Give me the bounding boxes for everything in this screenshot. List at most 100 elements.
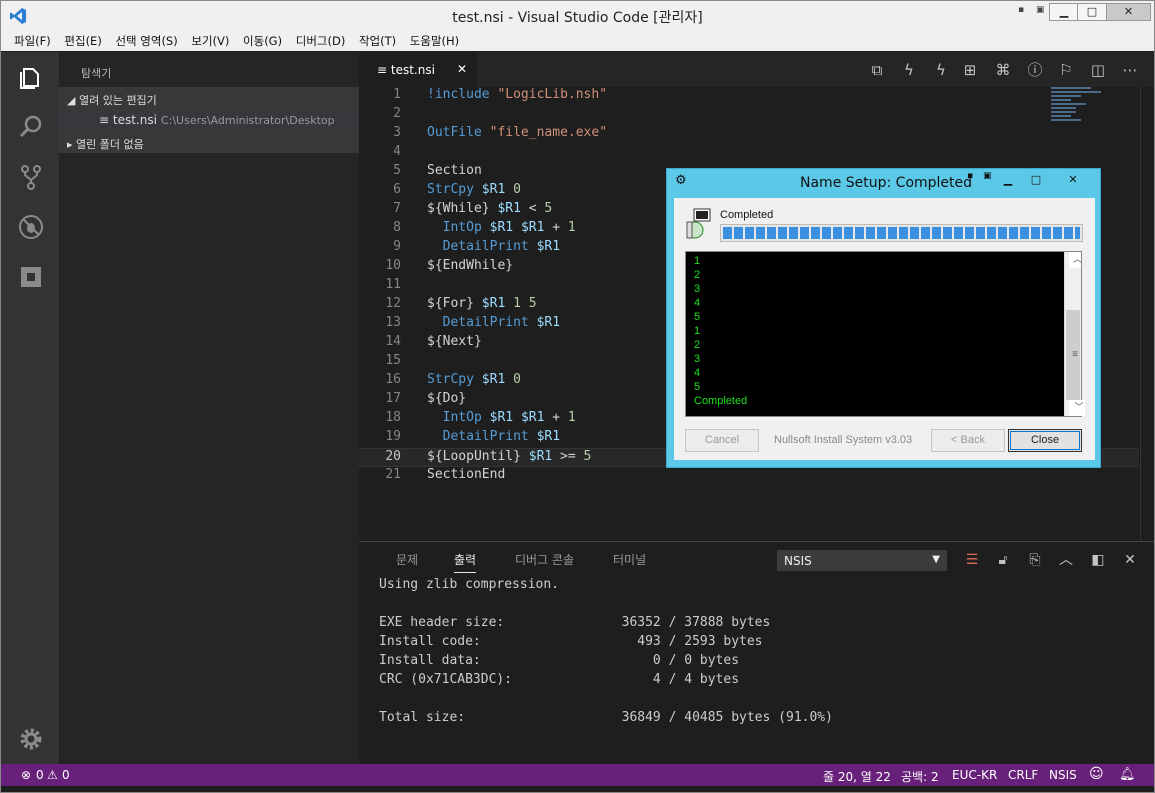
close-dialog-button[interactable]: Close	[1008, 429, 1082, 452]
tab-close-icon[interactable]: ✕	[457, 62, 467, 76]
code-text: ${Do}	[427, 391, 467, 406]
close-button[interactable]: ✕	[1106, 3, 1151, 21]
search-icon[interactable]	[18, 114, 44, 140]
toggle-panel-icon[interactable]: ◧	[1088, 550, 1108, 570]
debug-icon[interactable]	[18, 214, 44, 240]
output-line: Total size: 36849 / 40485 bytes (91.0%)	[379, 710, 833, 725]
error-count[interactable]: 0	[36, 768, 44, 782]
open-file-path: C:\Users\Administrator\Desktop	[160, 114, 335, 127]
log-line: 3	[694, 353, 701, 365]
open-log-icon[interactable]: ⎘	[1025, 550, 1045, 570]
menu-edit[interactable]: 편집(E)	[59, 31, 106, 49]
code-text: StrCpy $R1 0	[427, 372, 521, 387]
tab-label: test.nsi	[390, 63, 435, 77]
title-bar: test.nsi - Visual Studio Code [관리자] ▪ ▣ …	[1, 1, 1154, 31]
lock-scroll-icon[interactable]: 🔓︎	[993, 550, 1013, 570]
dialog-maximize-button[interactable]: □	[1023, 171, 1049, 189]
back-button[interactable]: < Back	[931, 429, 1005, 452]
restore-small-icon[interactable]: ▣	[1036, 5, 1045, 15]
tab-debug-console[interactable]: 디버그 콘솔	[515, 551, 574, 568]
open-editors-label: 열려 있는 편집기	[78, 94, 157, 107]
restore-small-icon[interactable]: ▣	[983, 171, 992, 181]
code-text: StrCpy $R1 0	[427, 182, 521, 197]
code-text: ${EndWhile}	[427, 258, 514, 273]
menu-debug[interactable]: 디버그(D)	[291, 31, 351, 49]
scroll-thumb[interactable]: ≡	[1066, 310, 1080, 400]
info-icon[interactable]: ⓘ	[1025, 60, 1045, 80]
code-line[interactable]: 1 !include "LogicLib.nsh"	[359, 87, 1139, 106]
indentation[interactable]: 공백: 2	[901, 768, 939, 785]
minimize-button[interactable]: ▁	[1049, 3, 1079, 21]
open-editor-item[interactable]: ≡ test.nsi C:\Users\Administrator\Desktop	[59, 109, 359, 131]
installer-app-icon: ⚙	[675, 173, 687, 188]
code-text: OutFile "file_name.exe"	[427, 125, 608, 140]
chevron-down-icon: ◢	[67, 94, 79, 107]
log-line: 3	[694, 283, 701, 295]
tab-output[interactable]: 출력	[454, 551, 477, 573]
cursor-position[interactable]: 줄 20, 열 22	[823, 768, 891, 785]
lightning-outline-icon[interactable]: ϟ	[931, 60, 951, 80]
minimap[interactable]	[1051, 87, 1111, 127]
no-folder-section[interactable]: ▸ 열린 폴더 없음	[59, 131, 359, 153]
cancel-button[interactable]: Cancel	[685, 429, 759, 452]
source-control-icon[interactable]	[18, 164, 44, 190]
open-preview-icon[interactable]: ⧉	[867, 60, 887, 80]
output-channel-select[interactable]: NSIS ▼	[777, 550, 947, 571]
warning-count[interactable]: 0	[62, 768, 70, 782]
line-number: 17	[385, 391, 401, 406]
dialog-title: Name Setup: Completed	[800, 175, 973, 191]
new-file-icon[interactable]: ⊞	[960, 60, 980, 80]
code-line[interactable]: 3 OutFile "file_name.exe"	[359, 125, 1139, 144]
menu-go[interactable]: 이동(G)	[238, 31, 287, 49]
log-line: 1	[694, 255, 701, 267]
lightning-icon[interactable]: ϟ	[899, 60, 919, 80]
settings-gear-icon[interactable]	[18, 726, 44, 752]
notification-bell-icon[interactable]: 🔔︎	[1119, 767, 1136, 782]
menu-file[interactable]: 파일(F)	[9, 31, 56, 49]
close-panel-icon[interactable]: ✕	[1120, 550, 1140, 570]
scroll-up-arrow-icon[interactable]: ︿	[1069, 252, 1082, 268]
line-ending[interactable]: CRLF	[1008, 768, 1038, 782]
code-text: ${LoopUntil} $R1 >= 5	[427, 449, 592, 464]
log-line: 5	[694, 381, 701, 393]
maximize-button[interactable]: □	[1077, 3, 1107, 21]
menu-selection[interactable]: 선택 영역(S)	[110, 31, 182, 49]
code-line[interactable]: 2	[359, 106, 1139, 125]
command-icon[interactable]: ⌘	[993, 60, 1013, 80]
explorer-sidebar: 탐색기 ◢ 열려 있는 편집기 ≡ test.nsi C:\Users\Admin…	[59, 52, 359, 764]
log-line: 2	[694, 339, 701, 351]
explorer-icon[interactable]	[18, 64, 44, 90]
menu-tasks[interactable]: 작업(T)	[354, 31, 401, 49]
tab-test-nsi[interactable]: ≡ test.nsi ✕	[359, 52, 477, 87]
clear-output-icon[interactable]: ☰	[962, 550, 982, 570]
open-editors-section[interactable]: ◢ 열려 있는 편집기	[59, 87, 359, 109]
pin-icon[interactable]: ▪	[1018, 5, 1024, 15]
line-number: 4	[393, 144, 401, 159]
menu-help[interactable]: 도움말(H)	[405, 31, 464, 49]
warning-icon[interactable]: ⚠	[47, 768, 58, 782]
code-line[interactable]: 4	[359, 144, 1139, 163]
dialog-close-icon[interactable]: ✕	[1053, 171, 1093, 189]
extensions-icon[interactable]	[18, 264, 44, 290]
editor-scrollbar[interactable]	[1140, 87, 1154, 541]
pin-icon[interactable]: ▪	[967, 171, 973, 181]
error-icon[interactable]: ⊗	[21, 768, 31, 782]
tab-terminal[interactable]: 터미널	[613, 551, 646, 568]
more-icon[interactable]: ⋯	[1120, 60, 1140, 80]
log-scrollbar[interactable]: ︿ ≡ ﹀	[1064, 252, 1085, 416]
split-editor-icon[interactable]: ◫	[1088, 60, 1108, 80]
scroll-down-arrow-icon[interactable]: ﹀	[1069, 400, 1085, 416]
code-text: IntOp $R1 $R1 + 1	[442, 410, 576, 425]
line-number: 6	[393, 182, 401, 197]
activity-bar	[1, 52, 59, 764]
maximize-panel-icon[interactable]: ︿	[1056, 550, 1076, 570]
flag-icon[interactable]: ⚐	[1056, 60, 1076, 80]
language-mode[interactable]: NSIS	[1049, 768, 1077, 782]
code-line[interactable]: 21 SectionEnd	[359, 467, 1139, 486]
encoding[interactable]: EUC-KR	[952, 768, 997, 782]
feedback-smiley-icon[interactable]: ☺	[1089, 766, 1104, 782]
dialog-minimize-button[interactable]: ▁	[995, 171, 1021, 189]
menu-view[interactable]: 보기(V)	[186, 31, 234, 49]
details-log[interactable]: 1 2 3 4 5 1 2 3 4 5 Completed ︿ ≡ ﹀	[685, 251, 1085, 417]
tab-problems[interactable]: 문제	[396, 551, 418, 568]
